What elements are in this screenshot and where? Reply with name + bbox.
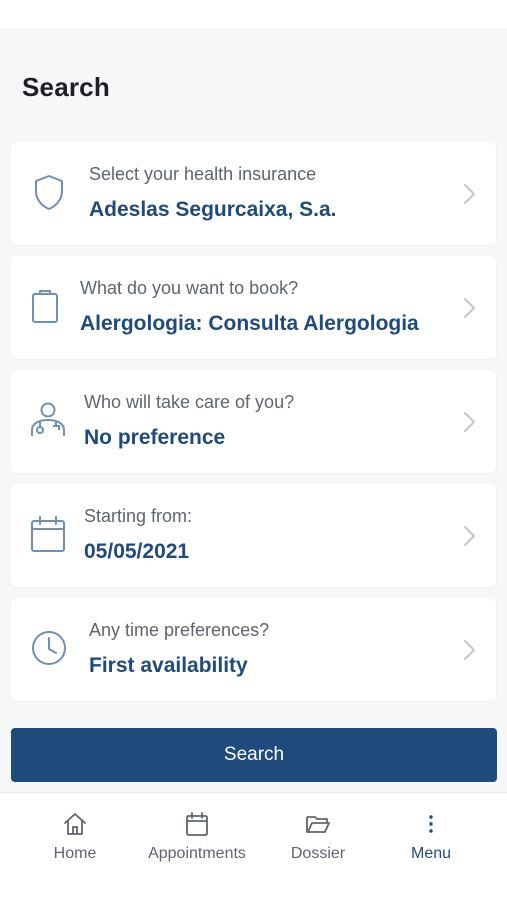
date-value: 05/05/2021: [84, 540, 190, 563]
insurance-value: Adeslas Segurcaixa, S.a.: [89, 198, 337, 221]
insurance-selector-card[interactable]: Select your health insurance Adeslas Seg…: [11, 142, 496, 245]
calendar-icon: [184, 811, 210, 837]
tab-home[interactable]: Home: [15, 811, 135, 871]
tab-dossier[interactable]: Dossier: [258, 811, 378, 871]
service-value: Alergologia: Consulta Alergologia: [80, 312, 419, 335]
search-button[interactable]: Search: [11, 728, 497, 782]
status-bar-area: [0, 0, 507, 28]
service-label: What do you want to book?: [80, 278, 299, 298]
chevron-right-icon: [464, 526, 475, 546]
tab-dossier-label: Dossier: [290, 845, 346, 862]
tab-menu[interactable]: Menu: [371, 811, 491, 871]
professional-value: No preference: [84, 426, 226, 449]
date-selector-card[interactable]: Starting from: 05/05/2021: [11, 484, 496, 587]
page-title: Search: [22, 72, 110, 102]
doctor-icon: [28, 400, 68, 440]
chevron-right-icon: [464, 640, 475, 660]
tab-menu-label: Menu: [410, 845, 452, 862]
clipboard-icon: [25, 286, 65, 326]
tab-appointments[interactable]: Appointments: [137, 811, 257, 871]
folder-icon: [305, 811, 331, 837]
time-preference-card[interactable]: Any time preferences? First availability: [11, 598, 496, 701]
professional-label: Who will take care of you?: [84, 392, 295, 412]
time-preference-value: First availability: [89, 654, 248, 677]
chevron-right-icon: [464, 298, 475, 318]
home-icon: [62, 811, 88, 837]
time-preference-label: Any time preferences?: [89, 620, 270, 640]
bottom-tab-bar: Home Appointments Dossier Menu: [0, 792, 507, 900]
chevron-right-icon: [464, 184, 475, 204]
professional-selector-card[interactable]: Who will take care of you? No preference: [11, 370, 496, 473]
tab-appointments-label: Appointments: [148, 845, 246, 862]
date-label: Starting from:: [84, 506, 193, 526]
service-selector-card[interactable]: What do you want to book? Alergologia: C…: [11, 256, 496, 359]
tab-home-label: Home: [53, 845, 97, 862]
calendar-icon: [28, 514, 68, 554]
insurance-label: Select your health insurance: [89, 164, 317, 184]
shield-icon: [29, 172, 69, 212]
chevron-right-icon: [464, 412, 475, 432]
clock-icon: [29, 628, 69, 668]
more-vertical-icon: [418, 811, 444, 837]
